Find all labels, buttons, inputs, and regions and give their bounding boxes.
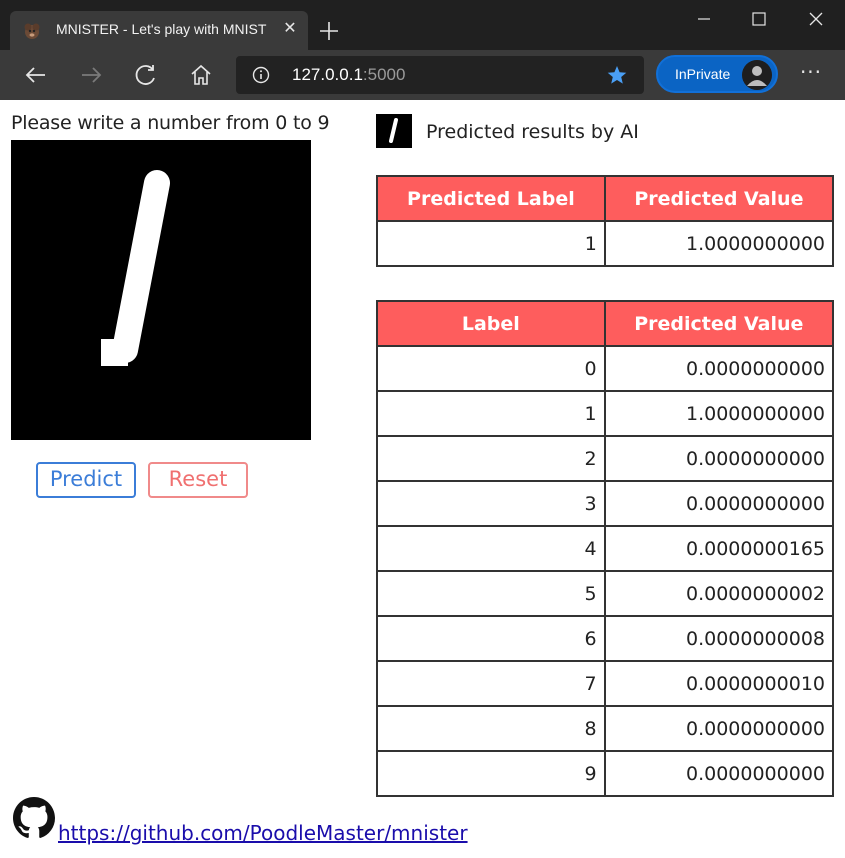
table-row: 3 0.0000000000 <box>376 480 835 527</box>
header-predicted-label: Predicted Label <box>376 175 606 222</box>
browser-tab[interactable]: MNISTER - Let's play with MNIST ✕ <box>10 11 308 50</box>
table-row: 2 0.0000000000 <box>376 435 835 482</box>
table-row: 5 0.0000000002 <box>376 570 835 617</box>
window-close-icon[interactable] <box>789 0 845 40</box>
label-cell: 8 <box>376 705 606 752</box>
plus-icon[interactable] <box>318 20 340 42</box>
url-port: :5000 <box>362 65 406 84</box>
value-cell: 0.0000000000 <box>603 435 835 482</box>
page-content: Please write a number from 0 to 9 Predic… <box>0 100 845 858</box>
refresh-icon[interactable] <box>133 62 159 88</box>
label-cell: 4 <box>376 525 606 572</box>
address-url: 127.0.0.1:5000 <box>292 65 405 85</box>
label-cell: 2 <box>376 435 606 482</box>
label-cell: 6 <box>376 615 606 662</box>
tab-title: MNISTER - Let's play with MNIST <box>56 21 267 37</box>
github-icon[interactable] <box>13 797 55 839</box>
value-cell: 0.0000000165 <box>603 525 835 572</box>
probability-table: Label Predicted Value 0 0.0000000000 1 1.0… <box>376 300 835 797</box>
table-row: 1 1.0000000000 <box>376 220 835 267</box>
value-cell: 0.0000000008 <box>603 615 835 662</box>
avatar-icon <box>742 60 772 90</box>
predicted-digit-thumbnail <box>376 114 412 148</box>
reset-button[interactable]: Reset <box>148 462 248 498</box>
label-cell: 3 <box>376 480 606 527</box>
label-cell: 7 <box>376 660 606 707</box>
table-row: 9 0.0000000000 <box>376 750 835 797</box>
forward-arrow-icon[interactable] <box>78 62 104 88</box>
predicted-label-cell: 1 <box>376 220 606 267</box>
more-icon[interactable]: ··· <box>797 62 825 88</box>
table-row: 6 0.0000000008 <box>376 615 835 662</box>
github-link[interactable]: https://github.com/PoodleMaster/mnister <box>58 821 468 845</box>
minimize-icon[interactable] <box>676 0 732 40</box>
value-cell: 0.0000000010 <box>603 660 835 707</box>
table-row: 4 0.0000000165 <box>376 525 835 572</box>
result-title: Predicted results by AI <box>426 121 639 143</box>
table-row: 1 1.0000000000 <box>376 390 835 437</box>
table-row: 7 0.0000000010 <box>376 660 835 707</box>
predict-button[interactable]: Predict <box>36 462 136 498</box>
value-cell: 0.0000000000 <box>603 750 835 797</box>
url-host: 127.0.0.1 <box>292 65 363 84</box>
value-cell: 1.0000000000 <box>603 390 835 437</box>
value-cell: 0.0000000002 <box>603 570 835 617</box>
value-cell: 0.0000000000 <box>603 480 835 527</box>
label-cell: 1 <box>376 390 606 437</box>
header-label: Label <box>376 300 606 347</box>
label-cell: 5 <box>376 570 606 617</box>
maximize-icon[interactable] <box>732 0 788 40</box>
inprivate-label: InPrivate <box>675 66 731 82</box>
title-bar: MNISTER - Let's play with MNIST ✕ <box>0 0 845 50</box>
value-cell: 0.0000000000 <box>603 705 835 752</box>
value-cell: 0.0000000000 <box>603 345 835 392</box>
home-icon[interactable] <box>188 62 214 88</box>
header-predicted-value: Predicted Value <box>603 300 835 347</box>
info-icon[interactable] <box>252 66 270 84</box>
browser-window: MNISTER - Let's play with MNIST ✕ 127.0.… <box>0 0 845 858</box>
header-predicted-value: Predicted Value <box>603 175 835 222</box>
star-icon[interactable] <box>606 64 628 86</box>
address-toolbar: 127.0.0.1:5000 InPrivate ··· <box>0 50 845 100</box>
draw-prompt: Please write a number from 0 to 9 <box>11 112 330 134</box>
table-row: 0 0.0000000000 <box>376 345 835 392</box>
top-prediction-table: Predicted Label Predicted Value 1 1.0000… <box>376 175 835 267</box>
predicted-value-cell: 1.0000000000 <box>603 220 835 267</box>
label-cell: 9 <box>376 750 606 797</box>
label-cell: 0 <box>376 345 606 392</box>
table-row: 8 0.0000000000 <box>376 705 835 752</box>
poodle-favicon-icon <box>24 23 40 39</box>
drawing-canvas[interactable] <box>11 140 311 440</box>
back-arrow-icon[interactable] <box>23 62 49 88</box>
inprivate-button[interactable]: InPrivate <box>656 55 778 93</box>
address-bar[interactable]: 127.0.0.1:5000 <box>236 56 644 94</box>
close-icon[interactable]: ✕ <box>282 20 298 36</box>
